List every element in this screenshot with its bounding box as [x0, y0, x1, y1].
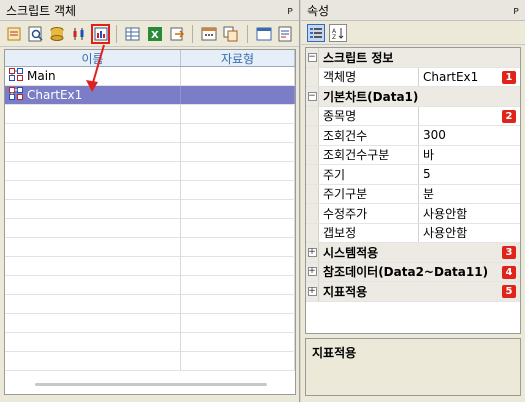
properties-titlebar: 속성 ᴘ — [301, 0, 525, 21]
row-type — [181, 67, 295, 85]
svg-text:Z: Z — [332, 34, 336, 39]
collapse-icon[interactable]: − — [307, 52, 317, 62]
property-row-gap-correction[interactable]: 갭보정 사용안함 — [306, 223, 520, 243]
row-name: ChartEx1 — [27, 88, 83, 102]
table-row-empty — [5, 181, 295, 200]
table-row-empty — [5, 143, 295, 162]
property-row-adjusted-price[interactable]: 수정주가 사용안함 — [306, 204, 520, 224]
table-row-empty — [5, 200, 295, 219]
row-type — [181, 86, 295, 104]
property-grid: − 스크립트 정보 객체명 ChartEx1 1 − 기본차트(Data1) 종… — [305, 47, 521, 334]
property-key: 객체명 — [319, 67, 419, 86]
property-key: 주기 — [319, 165, 419, 184]
properties-title: 속성 — [307, 3, 330, 18]
table-row-empty — [5, 219, 295, 238]
candle-chart-icon[interactable] — [69, 24, 89, 44]
object-tree-icon — [9, 87, 23, 103]
script-objects-titlebar: 스크립트 객체 ᴘ — [0, 0, 299, 21]
export-icon[interactable] — [167, 24, 187, 44]
horizontal-scrollbar[interactable] — [35, 383, 267, 386]
table-row-empty — [5, 333, 295, 352]
table-row-empty — [5, 276, 295, 295]
expand-icon[interactable]: + — [307, 286, 317, 296]
toolbar-separator — [116, 24, 118, 43]
expand-icon[interactable]: + — [307, 247, 317, 257]
property-key: 종목명 — [319, 106, 419, 125]
table-row-empty — [5, 124, 295, 143]
property-key: 조회건수 — [319, 126, 419, 145]
table-row-selected[interactable]: ChartEx1 — [5, 86, 295, 105]
alphabetical-view-icon[interactable]: AZ — [329, 23, 347, 42]
property-row-query-count-type[interactable]: 조회건수구분 바 — [306, 145, 520, 165]
categorized-view-icon[interactable] — [307, 23, 325, 42]
object-tree-icon — [9, 68, 23, 84]
property-row-period-type[interactable]: 주기구분 분 — [306, 184, 520, 204]
toolbar-separator — [246, 24, 248, 43]
property-value[interactable]: 사용안함 — [419, 204, 520, 223]
number-badge: 5 — [502, 285, 516, 298]
window-icon[interactable] — [254, 24, 274, 44]
toolbar-separator — [192, 24, 194, 43]
property-key: 갭보정 — [319, 223, 419, 242]
script-objects-panel: 스크립트 객체 ᴘ X 이름 자료형 Main ChartEx1 — [0, 0, 300, 402]
category-basic-chart[interactable]: − 기본차트(Data1) — [306, 87, 520, 107]
category-indicator-apply[interactable]: + 지표적용 5 — [306, 282, 520, 302]
table-row-empty — [5, 352, 295, 371]
number-badge: 3 — [502, 246, 516, 259]
db-icon[interactable] — [47, 24, 67, 44]
table-row-empty — [5, 105, 295, 124]
property-value[interactable]: 분 — [419, 185, 520, 204]
property-key: 수정주가 — [319, 204, 419, 223]
table-row-empty — [5, 295, 295, 314]
collapse-icon[interactable]: − — [307, 91, 317, 101]
property-row-query-count[interactable]: 조회건수 300 — [306, 126, 520, 146]
number-badge: 4 — [502, 265, 516, 279]
category-system-apply[interactable]: + 시스템적용 3 — [306, 243, 520, 263]
properties-toolbar: AZ — [301, 21, 525, 45]
chart-script-icon[interactable] — [90, 23, 111, 44]
script-edit-icon[interactable] — [4, 24, 24, 44]
script-objects-grid: 이름 자료형 Main ChartEx1 — [4, 49, 296, 395]
settings-doc-icon[interactable] — [275, 24, 295, 44]
table-row-empty — [5, 238, 295, 257]
category-script-info[interactable]: − 스크립트 정보 — [306, 48, 520, 68]
number-badge: 2 — [502, 109, 516, 123]
column-header-type[interactable]: 자료형 — [181, 50, 295, 66]
property-row-symbol[interactable]: 종목명 2 — [306, 106, 520, 126]
category-reference-data[interactable]: + 참조데이터(Data2~Data11) 4 — [306, 262, 520, 282]
property-value[interactable]: 5 — [419, 165, 520, 184]
pin-icon[interactable]: ᴘ — [513, 4, 519, 17]
table-row-empty — [5, 162, 295, 181]
property-key: 조회건수구분 — [319, 145, 419, 164]
table-row-empty — [5, 314, 295, 333]
property-key: 주기구분 — [319, 184, 419, 203]
svg-text:X: X — [151, 30, 159, 41]
script-objects-title: 스크립트 객체 — [6, 3, 77, 18]
number-badge: 1 — [502, 70, 516, 84]
properties-panel: 속성 ᴘ AZ − 스크립트 정보 객체명 ChartEx1 1 − 기본차트(… — [301, 0, 525, 402]
search-doc-icon[interactable] — [26, 24, 46, 44]
excel-icon[interactable]: X — [145, 24, 165, 44]
script-objects-toolbar: X — [0, 21, 299, 47]
grid-icon[interactable] — [123, 24, 143, 44]
property-description: 지표적용 — [305, 338, 521, 396]
pin-icon[interactable]: ᴘ — [287, 4, 293, 17]
expand-icon[interactable]: + — [307, 267, 317, 277]
property-row-period[interactable]: 주기 5 — [306, 165, 520, 185]
property-value[interactable]: 300 — [419, 126, 520, 145]
grid-header: 이름 자료형 — [5, 50, 295, 67]
column-header-name[interactable]: 이름 — [5, 50, 181, 66]
copy-icon[interactable] — [221, 24, 241, 44]
table-row[interactable]: Main — [5, 67, 295, 86]
row-name: Main — [27, 69, 56, 83]
property-value[interactable]: 사용안함 — [419, 224, 520, 243]
property-row-object-name[interactable]: 객체명 ChartEx1 1 — [306, 67, 520, 87]
property-value[interactable]: 바 — [419, 146, 520, 165]
calendar-icon[interactable] — [199, 24, 219, 44]
table-row-empty — [5, 257, 295, 276]
description-title: 지표적용 — [312, 346, 357, 360]
